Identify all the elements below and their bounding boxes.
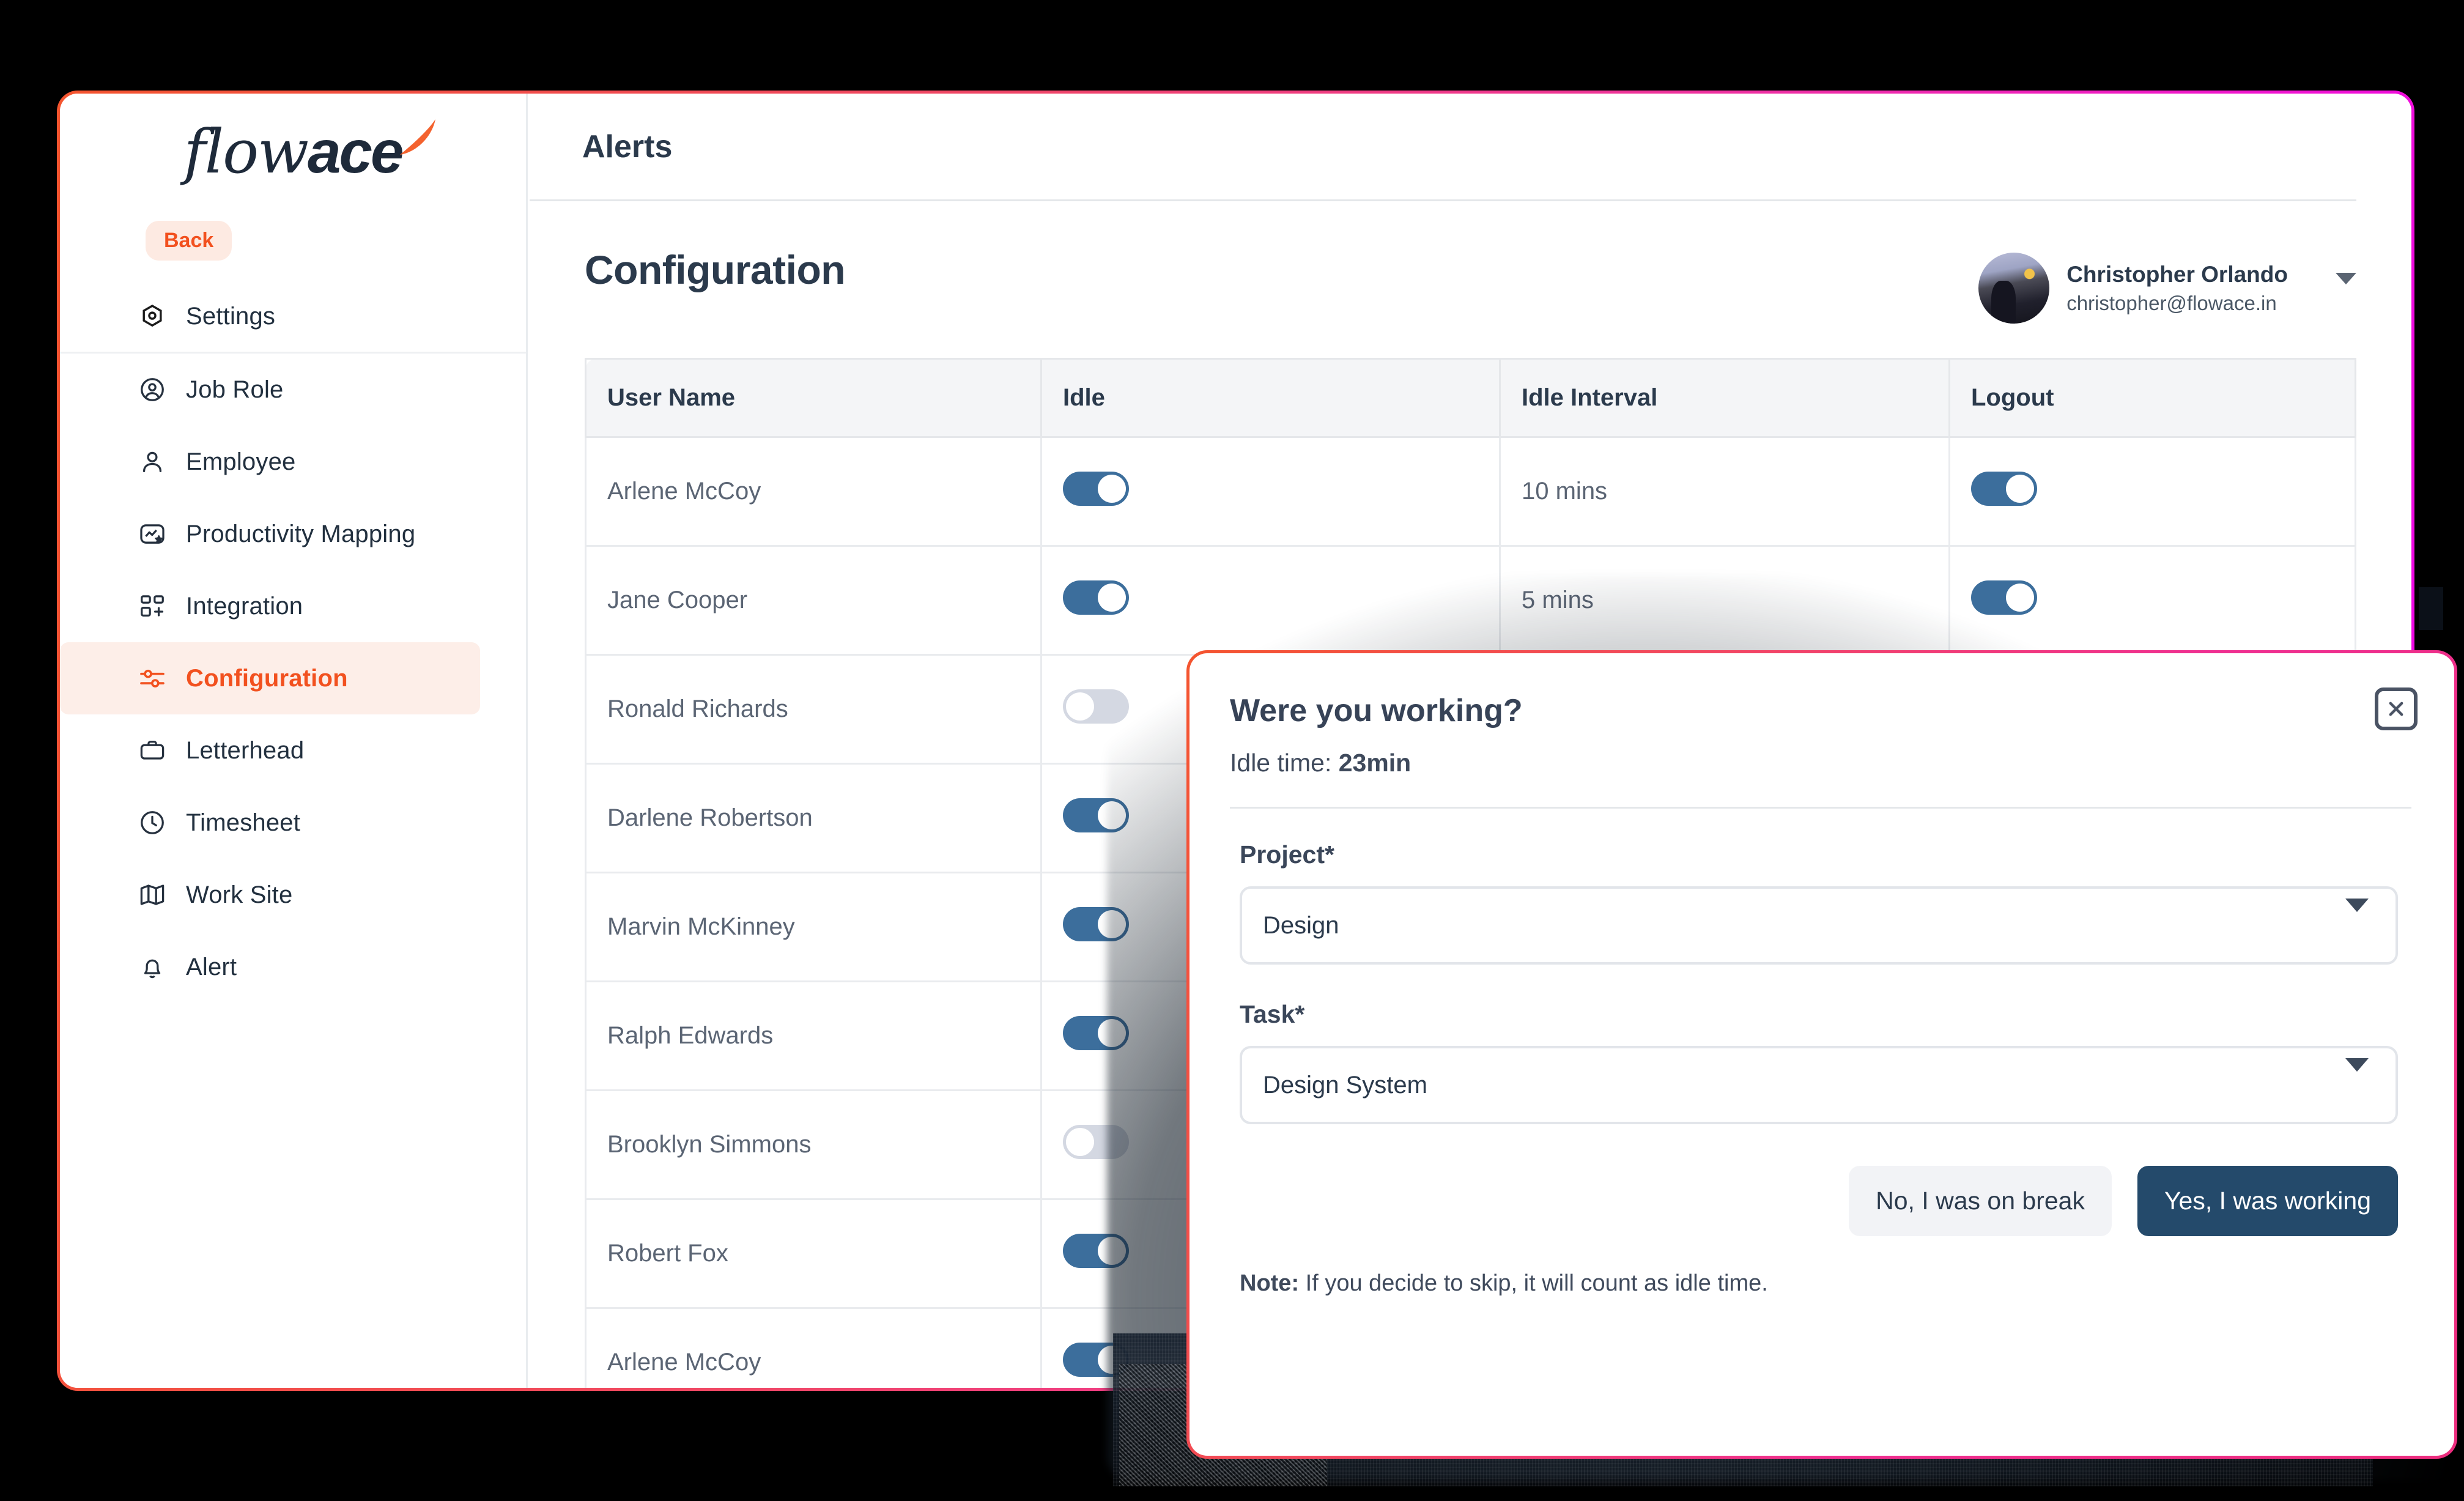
topbar-title: Alerts (582, 128, 673, 165)
idle-toggle[interactable] (1063, 471, 1129, 506)
cell-user-name: Ronald Richards (585, 654, 1042, 765)
modal-body: Project* Design Task* Design System (1189, 809, 2454, 1124)
table-head: User Name Idle Idle Interval Logout (585, 358, 2356, 438)
topbar: Alerts (530, 94, 2356, 201)
table-header-row: User Name Idle Idle Interval Logout (585, 358, 2356, 438)
sidebar: flowace Back Settings Job Role Employee … (60, 94, 528, 1388)
modal-note: Note: If you decide to skip, it will cou… (1189, 1236, 2454, 1297)
page-header: Configuration Christopher Orlando christ… (530, 201, 2411, 324)
sidebar-item-employee[interactable]: Employee (60, 426, 526, 498)
profile-menu[interactable]: Christopher Orlando christopher@flowace.… (1978, 246, 2356, 324)
clock-icon (138, 809, 166, 837)
sidebar-item-configuration[interactable]: Configuration (60, 642, 480, 714)
modal-divider (1230, 807, 2411, 809)
sidebar-item-label: Alert (186, 953, 237, 980)
grid-plus-icon (138, 592, 166, 620)
table-row: Arlene McCoy 10 mins (585, 436, 2356, 547)
modal-note-text: If you decide to skip, it will count as … (1299, 1270, 1768, 1296)
settings-hexagon-icon (138, 303, 166, 331)
profile-name: Christopher Orlando (2066, 261, 2288, 287)
sidebar-item-job-role[interactable]: Job Role (60, 354, 526, 426)
cell-user-name: Arlene McCoy (585, 436, 1042, 547)
modal-title: Were you working? (1230, 693, 1523, 728)
briefcase-icon (138, 736, 166, 765)
cell-user-name: Robert Fox (585, 1198, 1042, 1309)
sidebar-item-label: Work Site (186, 881, 293, 908)
sidebar-item-settings[interactable]: Settings (60, 281, 526, 354)
modal-header: Were you working? Idle time: 23min (1189, 653, 2454, 809)
cell-user-name: Brooklyn Simmons (585, 1089, 1042, 1200)
logo-text-ace: ace (307, 117, 404, 185)
was-working-button[interactable]: Yes, I was working (2137, 1166, 2398, 1236)
modal-idle-time: Idle time: 23min (1230, 749, 2411, 777)
task-select-value: Design System (1263, 1071, 1427, 1099)
sidebar-nav: Settings Job Role Employee Productivity … (60, 281, 526, 1003)
modal-note-label: Note: (1240, 1270, 1300, 1296)
avatar (1978, 253, 2050, 324)
sidebar-item-letterhead[interactable]: Letterhead (60, 714, 526, 787)
user-circle-icon (138, 376, 166, 404)
back-button-wrap: Back (60, 191, 526, 261)
on-break-button[interactable]: No, I was on break (1849, 1166, 2112, 1236)
cell-idle (1040, 436, 1501, 547)
column-header-idle-interval: Idle Interval (1499, 358, 1950, 438)
sidebar-item-timesheet[interactable]: Timesheet (60, 787, 526, 859)
project-label: Project* (1240, 840, 1334, 869)
swoosh-icon (399, 119, 435, 155)
sidebar-item-label: Timesheet (186, 809, 301, 836)
column-header-user-name: User Name (585, 358, 1042, 438)
chevron-down-icon[interactable] (2336, 273, 2356, 295)
column-header-idle: Idle (1040, 358, 1501, 438)
task-label: Task* (1240, 1000, 1305, 1028)
chart-star-icon (138, 520, 166, 548)
sidebar-item-label: Productivity Mapping (186, 520, 416, 547)
project-select[interactable]: Design (1240, 886, 2398, 965)
cell-user-name: Marvin McKinney (585, 872, 1042, 982)
column-header-logout: Logout (1948, 358, 2356, 438)
sidebar-item-productivity-mapping[interactable]: Productivity Mapping (60, 498, 526, 570)
idle-prompt-modal: Were you working? Idle time: 23min Proje… (1186, 650, 2457, 1459)
cell-user-name: Ralph Edwards (585, 980, 1042, 1091)
task-select[interactable]: Design System (1240, 1046, 2398, 1124)
profile-email: christopher@flowace.in (2066, 291, 2277, 314)
map-icon (138, 881, 166, 909)
sidebar-item-label: Settings (186, 303, 276, 330)
cell-idle-interval: 10 mins (1499, 436, 1950, 547)
screenshot-stage: flowace Back Settings Job Role Employee … (0, 0, 2464, 1501)
chevron-down-icon (2345, 1058, 2369, 1099)
logo-text-flow: flow (183, 117, 308, 187)
logout-toggle[interactable] (1971, 471, 2037, 506)
sidebar-item-label: Integration (186, 592, 303, 620)
modal-idle-time-prefix: Idle time: (1230, 749, 1339, 777)
sidebar-item-alert[interactable]: Alert (60, 931, 526, 1003)
cell-logout (1948, 436, 2356, 547)
chevron-down-icon (2345, 898, 2369, 940)
modal-actions: No, I was on break Yes, I was working (1189, 1160, 2454, 1236)
sidebar-item-work-site[interactable]: Work Site (60, 859, 526, 931)
project-select-value: Design (1263, 911, 1339, 939)
cell-user-name: Arlene McCoy (585, 1307, 1042, 1388)
back-button[interactable]: Back (146, 221, 232, 261)
close-button[interactable] (2375, 687, 2418, 730)
sliders-icon (138, 664, 166, 692)
person-icon (138, 448, 166, 476)
sidebar-item-label: Employee (186, 448, 296, 475)
logo: flowace (60, 94, 526, 191)
sidebar-item-integration[interactable]: Integration (60, 570, 526, 642)
page-title: Configuration (585, 247, 846, 292)
cell-user-name: Darlene Robertson (585, 763, 1042, 873)
bell-icon (138, 953, 166, 981)
cell-user-name: Jane Cooper (585, 545, 1042, 656)
sidebar-item-label: Job Role (186, 376, 284, 403)
sidebar-item-label: Letterhead (186, 736, 305, 764)
modal-idle-time-value: 23min (1338, 749, 1411, 777)
close-icon (2389, 702, 2403, 716)
sidebar-item-label: Configuration (186, 664, 348, 692)
